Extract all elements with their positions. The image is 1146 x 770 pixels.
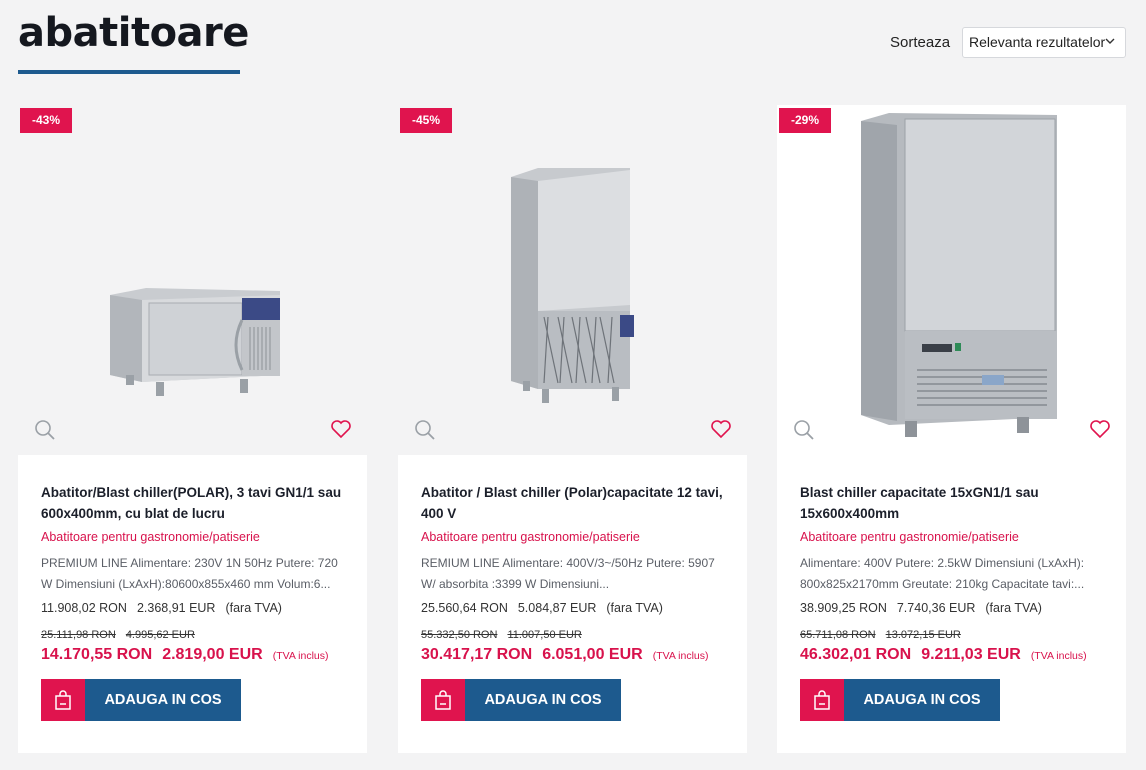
product-info: Abatitor/Blast chiller(POLAR), 3 tavi GN… xyxy=(18,455,367,753)
zoom-icon[interactable] xyxy=(414,419,436,441)
net-price-ron: 11.908,02 RON xyxy=(41,601,127,615)
product-description: REMIUM LINE Alimentare: 400V/3~/50Hz Put… xyxy=(421,556,715,591)
product-description: PREMIUM LINE Alimentare: 230V 1N 50Hz Pu… xyxy=(41,556,338,591)
product-image-area[interactable]: -29% xyxy=(777,105,1126,455)
net-price: 38.909,25 RON 7.740,36 EUR (fara TVA) xyxy=(800,601,1052,615)
sort-select[interactable]: Relevanta rezultatelor xyxy=(962,27,1126,58)
vat-note: (TVA inclus) xyxy=(652,650,709,662)
page-header: abatitoare Sorteaza Relevanta rezultatel… xyxy=(0,0,1146,90)
product-card[interactable]: -45% Abatitor / Blast chiller (Polar)cap… xyxy=(398,105,747,753)
net-price-note: (fara TVA) xyxy=(225,601,282,615)
chevron-down-icon xyxy=(1105,38,1115,44)
net-price-ron: 25.560,64 RON xyxy=(421,601,508,615)
vat-note: (TVA inclus) xyxy=(272,650,329,662)
discount-badge: -45% xyxy=(400,108,452,133)
product-image[interactable] xyxy=(398,105,747,455)
page-title: abatitoare xyxy=(18,10,249,56)
product-title[interactable]: Blast chiller capacitate 15xGN1/1 sau 15… xyxy=(800,482,1110,524)
product-image[interactable] xyxy=(777,105,1126,455)
product-info: Abatitor / Blast chiller (Polar)capacita… xyxy=(398,455,747,753)
net-price-eur: 7.740,36 EUR xyxy=(896,601,976,615)
old-price: 65.711,08 RON 13.072,15 EUR xyxy=(800,629,971,641)
product-card[interactable]: -43% Abatitor/Blast chiller(POLAR), 3 ta… xyxy=(18,105,367,753)
zoom-icon[interactable] xyxy=(793,419,815,441)
price-eur: 6.051,00 EUR xyxy=(542,646,643,663)
heart-icon[interactable] xyxy=(710,419,732,439)
price-ron: 46.302,01 RON xyxy=(800,646,912,663)
cart-icon-box xyxy=(421,679,465,721)
heart-icon[interactable] xyxy=(1089,419,1111,439)
sort-select-value: Relevanta rezultatelor xyxy=(969,34,1106,50)
net-price: 11.908,02 RON 2.368,91 EUR (fara TVA) xyxy=(41,601,292,615)
net-price-eur: 2.368,91 EUR xyxy=(136,601,216,615)
add-to-cart-label: ADAUGA IN COS xyxy=(863,692,981,708)
product-title[interactable]: Abatitor/Blast chiller(POLAR), 3 tavi GN… xyxy=(41,482,351,524)
sort-label: Sorteaza xyxy=(890,34,951,51)
current-price: 46.302,01 RON 9.211,03 EUR (TVA inclus) xyxy=(800,646,1087,664)
product-category[interactable]: Abatitoare pentru gastronomie/patiserie xyxy=(800,530,1019,544)
net-price-ron: 38.909,25 RON xyxy=(800,601,887,615)
old-price: 25.111,98 RON 4.995,62 EUR xyxy=(41,629,205,641)
current-price: 30.417,17 RON 6.051,00 EUR (TVA inclus) xyxy=(421,646,709,664)
discount-badge: -29% xyxy=(779,108,831,133)
cart-icon-box xyxy=(41,679,85,721)
product-title[interactable]: Abatitor / Blast chiller (Polar)capacita… xyxy=(421,482,731,524)
shopping-bag-icon xyxy=(814,690,830,710)
product-image-area[interactable]: -45% xyxy=(398,105,747,455)
price-ron: 14.170,55 RON xyxy=(41,646,153,663)
product-image[interactable] xyxy=(18,105,367,455)
add-to-cart-label: ADAUGA IN COS xyxy=(484,692,602,708)
price-eur: 9.211,03 EUR xyxy=(921,646,1021,663)
old-price-ron: 55.332,50 RON xyxy=(421,629,498,641)
shopping-bag-icon xyxy=(55,690,71,710)
cart-icon-box xyxy=(800,679,844,721)
product-category[interactable]: Abatitoare pentru gastronomie/patiserie xyxy=(421,530,640,544)
old-price-ron: 25.111,98 RON xyxy=(41,629,116,641)
price-eur: 2.819,00 EUR xyxy=(162,646,263,663)
title-underline xyxy=(18,70,240,74)
product-category[interactable]: Abatitoare pentru gastronomie/patiserie xyxy=(41,530,260,544)
old-price-eur: 11.007,50 EUR xyxy=(507,629,582,641)
zoom-icon[interactable] xyxy=(34,419,56,441)
old-price: 55.332,50 RON 11.007,50 EUR xyxy=(421,629,592,641)
net-price: 25.560,64 RON 5.084,87 EUR (fara TVA) xyxy=(421,601,673,615)
product-description: Alimentare: 400V Putere: 2.5kW Dimensiun… xyxy=(800,556,1085,591)
old-price-ron: 65.711,08 RON xyxy=(800,629,876,641)
price-ron: 30.417,17 RON xyxy=(421,646,533,663)
product-info: Blast chiller capacitate 15xGN1/1 sau 15… xyxy=(777,455,1126,753)
net-price-eur: 5.084,87 EUR xyxy=(517,601,597,615)
shopping-bag-icon xyxy=(435,690,451,710)
discount-badge: -43% xyxy=(20,108,72,133)
add-to-cart-button[interactable]: ADAUGA IN COS xyxy=(421,679,621,721)
heart-icon[interactable] xyxy=(330,419,352,439)
vat-note: (TVA inclus) xyxy=(1030,650,1087,662)
net-price-note: (fara TVA) xyxy=(985,601,1042,615)
add-to-cart-button[interactable]: ADAUGA IN COS xyxy=(41,679,241,721)
net-price-note: (fara TVA) xyxy=(606,601,663,615)
add-to-cart-label: ADAUGA IN COS xyxy=(104,692,222,708)
current-price: 14.170,55 RON 2.819,00 EUR (TVA inclus) xyxy=(41,646,329,664)
old-price-eur: 4.995,62 EUR xyxy=(125,629,195,641)
product-card[interactable]: -29% Blast chiller capacitate 15xGN1/1 s… xyxy=(777,105,1126,753)
add-to-cart-button[interactable]: ADAUGA IN COS xyxy=(800,679,1000,721)
old-price-eur: 13.072,15 EUR xyxy=(885,629,961,641)
product-image-area[interactable]: -43% xyxy=(18,105,367,455)
